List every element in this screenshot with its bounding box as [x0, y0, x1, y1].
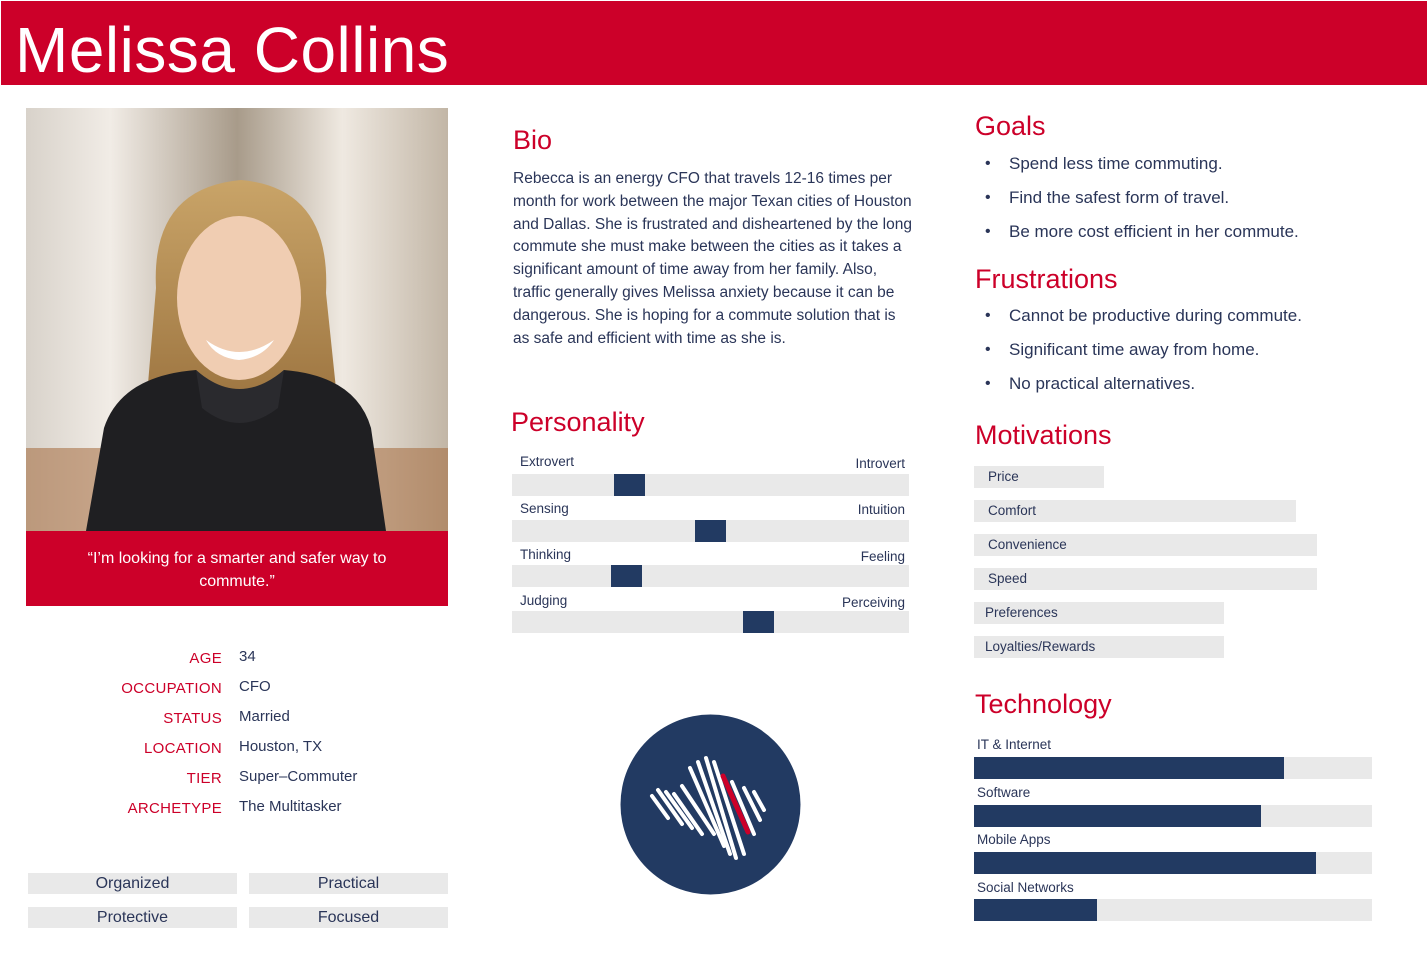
info-row-archetype: ARCHETYPE The Multitasker: [60, 798, 460, 822]
scale-right-label: Introvert: [855, 456, 905, 471]
goal-item: Find the safest form of travel.: [975, 181, 1299, 215]
tech-bar-fill: [974, 805, 1261, 827]
tech-bar-fill: [974, 899, 1097, 921]
info-label: LOCATION: [144, 740, 222, 757]
info-value: Houston, TX: [239, 738, 323, 755]
info-value: Super–Commuter: [239, 768, 358, 785]
personality-scale: [512, 611, 909, 633]
info-row-occupation: OCCUPATION CFO: [60, 678, 460, 702]
motivation-label: Comfort: [988, 503, 1037, 518]
tech-bar: [974, 852, 1372, 874]
tech-bar: [974, 805, 1372, 827]
info-row-age: AGE 34: [60, 648, 460, 672]
scale-right-label: Perceiving: [841, 595, 905, 610]
scale-right-label: Feeling: [860, 549, 905, 564]
motivation-bar: Comfort: [974, 500, 1296, 522]
scale-left-label: Thinking: [520, 547, 572, 562]
quote-box: “I’m looking for a smarter and safer way…: [26, 531, 448, 606]
motivations-heading: Motivations: [975, 420, 1112, 450]
info-label: AGE: [189, 650, 222, 667]
info-label: STATUS: [163, 710, 222, 727]
info-row-location: LOCATION Houston, TX: [60, 738, 460, 762]
motivation-bar: Loyalties/Rewards: [974, 636, 1224, 658]
tech-bar: [974, 899, 1372, 921]
scale-right-label: Intuition: [857, 502, 905, 517]
info-label: TIER: [186, 770, 222, 787]
portrait-illustration: [26, 108, 448, 531]
frustrations-heading: Frustrations: [975, 264, 1118, 294]
trait-tag: Focused: [249, 907, 448, 928]
info-row-status: STATUS Married: [60, 708, 460, 732]
goal-item: Be more cost efficient in her commute.: [975, 215, 1299, 249]
info-value: The Multitasker: [239, 798, 342, 815]
trait-tag: Protective: [28, 907, 237, 928]
tech-bar: [974, 757, 1372, 779]
motivation-bar: Speed: [974, 568, 1317, 590]
scale-marker: [695, 520, 726, 542]
tech-bar-fill: [974, 757, 1284, 779]
personality-scale: [512, 520, 909, 542]
frustration-item: Cannot be productive during commute.: [975, 299, 1302, 333]
motivation-label: Preferences: [985, 605, 1058, 620]
persona-name: Melissa Collins: [15, 14, 450, 86]
motivation-bar: Convenience: [974, 534, 1317, 556]
motivation-label: Speed: [988, 571, 1028, 586]
info-label: OCCUPATION: [121, 680, 222, 697]
frustration-item: No practical alternatives.: [975, 367, 1302, 401]
scale-left-label: Judging: [520, 593, 568, 608]
tech-bar-fill: [974, 852, 1316, 874]
trait-tag: Organized: [28, 873, 237, 894]
bio-text: Rebecca is an energy CFO that travels 12…: [513, 170, 912, 347]
trait-tag: Practical: [249, 873, 448, 894]
tech-label: IT & Internet: [977, 737, 1052, 752]
personality-scale: [512, 474, 909, 496]
motivation-label: Price: [988, 469, 1019, 484]
brand-logo-icon: [620, 714, 801, 895]
scale-left-label: Sensing: [520, 501, 569, 516]
motivation-bar: Price: [974, 466, 1104, 488]
personality-heading: Personality: [511, 407, 645, 437]
bio-heading: Bio: [513, 125, 553, 155]
motivation-label: Loyalties/Rewards: [985, 639, 1096, 654]
frustration-item: Significant time away from home.: [975, 333, 1302, 367]
tech-label: Mobile Apps: [977, 832, 1051, 847]
info-value: 34: [239, 648, 256, 665]
frustrations-list: Cannot be productive during commute. Sig…: [975, 299, 1302, 401]
goals-heading: Goals: [975, 111, 1046, 141]
info-value: CFO: [239, 678, 271, 695]
tech-label: Social Networks: [977, 880, 1074, 895]
header-banner: Melissa Collins: [1, 1, 1427, 86]
scale-marker: [743, 611, 774, 633]
info-row-tier: TIER Super–Commuter: [60, 768, 460, 792]
persona-photo: [26, 108, 448, 531]
scale-marker: [611, 565, 642, 587]
scale-left-label: Extrovert: [520, 454, 575, 469]
tech-label: Software: [977, 785, 1031, 800]
technology-heading: Technology: [975, 689, 1112, 719]
scale-marker: [614, 474, 645, 496]
personality-scale: [512, 565, 909, 587]
goal-item: Spend less time commuting.: [975, 147, 1299, 181]
motivation-label: Convenience: [988, 537, 1067, 552]
persona-quote: “I’m looking for a smarter and safer way…: [87, 550, 387, 590]
info-label: ARCHETYPE: [127, 800, 222, 817]
info-value: Married: [239, 708, 290, 725]
motivation-bar: Preferences: [974, 602, 1224, 624]
goals-list: Spend less time commuting. Find the safe…: [975, 147, 1299, 249]
